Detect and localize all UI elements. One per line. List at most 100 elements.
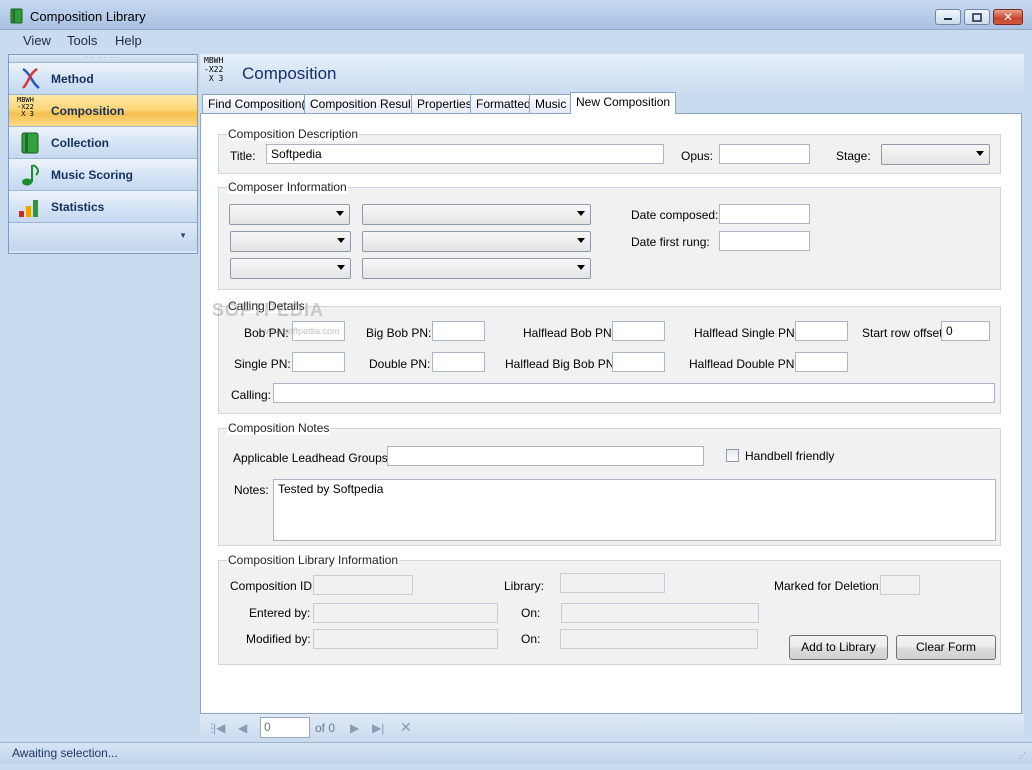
nav-splitter-grip[interactable]: · · · · · ·	[9, 54, 197, 63]
big-bob-pn-label: Big Bob PN:	[366, 326, 432, 340]
window-title: Composition Library	[30, 9, 146, 24]
dropdown-arrow-icon	[337, 265, 345, 270]
resize-grip-icon[interactable]: ⋰	[1018, 751, 1026, 760]
chevron-down-icon[interactable]: ▼	[179, 231, 187, 240]
calling-label: Calling:	[231, 388, 272, 402]
composer-name-dropdown-1[interactable]	[362, 204, 591, 225]
nav-label-music-scoring: Music Scoring	[51, 167, 134, 182]
add-to-library-button[interactable]: Add to Library	[789, 635, 888, 660]
double-pn-field[interactable]	[432, 352, 485, 372]
dropdown-arrow-icon	[577, 238, 585, 243]
marked-for-deletion-field	[880, 575, 920, 595]
first-record-icon[interactable]: |◀	[213, 721, 225, 735]
halflead-bob-pn-label: Halflead Bob PN:	[523, 326, 616, 340]
halflead-bob-pn-field[interactable]	[612, 321, 665, 341]
start-row-offset-label: Start row offset:	[862, 326, 946, 340]
tab-formatted[interactable]: Formatted	[470, 94, 537, 114]
halflead-double-pn-field[interactable]	[795, 352, 848, 372]
library-field	[560, 573, 665, 593]
minimize-icon	[944, 18, 952, 20]
close-button[interactable]: ✕	[993, 9, 1023, 25]
handbell-friendly-checkbox[interactable]	[726, 449, 739, 462]
opus-field[interactable]	[719, 144, 810, 164]
tab-composition-results[interactable]: Composition Results	[304, 94, 427, 114]
date-first-rung-label: Date first rung:	[631, 235, 710, 249]
composition-id-label: Composition ID:	[230, 579, 316, 593]
composer-information-group: Composer Information Date composed: Date…	[218, 180, 1001, 290]
nav-label-composition: Composition	[51, 103, 125, 118]
minimize-button[interactable]	[935, 9, 961, 25]
nav-label-collection: Collection	[51, 135, 110, 150]
halflead-big-bob-pn-field[interactable]	[612, 352, 665, 372]
composition-id-field	[313, 575, 413, 595]
previous-record-icon[interactable]: ◀	[238, 721, 247, 735]
delete-record-icon[interactable]: ✕	[400, 719, 412, 736]
group-title-description: Composition Description	[227, 127, 360, 141]
app-book-icon	[10, 8, 23, 24]
halflead-big-bob-pn-label: Halflead Big Bob PN:	[505, 357, 618, 371]
modified-by-label: Modified by:	[246, 632, 311, 646]
library-label: Library:	[504, 579, 545, 593]
tab-music[interactable]: Music	[529, 94, 573, 114]
menu-tools[interactable]: Tools	[67, 33, 97, 48]
menu-bar: View Tools Help	[0, 30, 1032, 52]
composer-dropdown-1[interactable]	[229, 204, 350, 225]
tab-properties[interactable]: Properties	[411, 94, 478, 114]
library-information-group: Composition Library Information Composit…	[218, 553, 1001, 665]
leadhead-groups-field[interactable]	[387, 446, 704, 466]
modified-on-label: On:	[521, 632, 541, 646]
tab-new-composition[interactable]: New Composition	[570, 92, 677, 114]
big-bob-pn-field[interactable]	[432, 321, 485, 341]
date-composed-field[interactable]	[719, 204, 810, 224]
nav-item-method[interactable]: Method	[9, 63, 197, 95]
title-field[interactable]: Softpedia	[266, 144, 664, 164]
nav-item-music-scoring[interactable]: Music Scoring	[9, 159, 197, 191]
halflead-single-pn-field[interactable]	[795, 321, 848, 341]
composer-dropdown-3[interactable]	[230, 258, 351, 279]
halflead-single-pn-label: Halflead Single PN:	[694, 326, 799, 340]
maximize-icon	[972, 12, 982, 22]
bar-chart-icon	[19, 199, 38, 217]
menu-view[interactable]: View	[23, 33, 51, 48]
notes-textarea[interactable]: Tested by Softpedia	[273, 479, 996, 541]
watermark: SOFTPEDIA	[212, 300, 325, 320]
dropdown-arrow-icon	[976, 151, 984, 156]
record-count-label: of 0	[315, 721, 336, 735]
maximize-button[interactable]	[964, 9, 990, 25]
menu-help[interactable]: Help	[115, 33, 142, 48]
method-icon	[22, 67, 40, 89]
date-first-rung-field[interactable]	[719, 231, 810, 251]
date-composed-label: Date composed:	[631, 208, 719, 222]
clear-form-button[interactable]: Clear Form	[896, 635, 996, 660]
calling-field[interactable]	[273, 383, 995, 403]
group-title-notes: Composition Notes	[227, 421, 331, 435]
record-position-field[interactable]: 0	[260, 717, 310, 738]
status-text: Awaiting selection...	[12, 746, 118, 760]
single-pn-field[interactable]	[292, 352, 345, 372]
composer-name-dropdown-2[interactable]	[362, 231, 591, 252]
dropdown-arrow-icon	[577, 265, 585, 270]
composer-name-dropdown-3[interactable]	[362, 258, 591, 279]
single-pn-label: Single PN:	[234, 357, 291, 371]
calling-details-group: Calling Details Bob PN: Big Bob PN: Half…	[218, 299, 1001, 414]
stage-dropdown[interactable]	[881, 144, 990, 165]
music-note-icon	[22, 163, 39, 185]
marked-for-deletion-label: Marked for Deletion:	[774, 579, 883, 593]
nav-item-collection[interactable]: Collection	[9, 127, 197, 159]
nav-label-statistics: Statistics	[51, 199, 105, 214]
entered-by-label: Entered by:	[249, 606, 311, 620]
double-pn-label: Double PN:	[369, 357, 431, 371]
leadhead-groups-label: Applicable Leadhead Groups:	[233, 451, 392, 465]
title-label: Title:	[230, 149, 256, 163]
nav-label-method: Method	[51, 71, 94, 86]
start-row-offset-field[interactable]: 0	[941, 321, 990, 341]
last-record-icon[interactable]: ▶|	[372, 721, 384, 735]
watermark-url: www.softpedia.com	[262, 326, 340, 336]
composer-dropdown-2[interactable]	[230, 231, 351, 252]
dropdown-arrow-icon	[577, 211, 585, 216]
next-record-icon[interactable]: ▶	[350, 721, 359, 735]
nav-item-statistics[interactable]: Statistics	[9, 191, 197, 223]
tab-strip: Find Composition(s) Composition Results …	[200, 92, 1024, 114]
nav-item-composition[interactable]: MBWH -X22 X 3 Composition	[9, 95, 197, 127]
composition-description-group: Composition Description Title: Softpedia…	[218, 127, 1001, 174]
